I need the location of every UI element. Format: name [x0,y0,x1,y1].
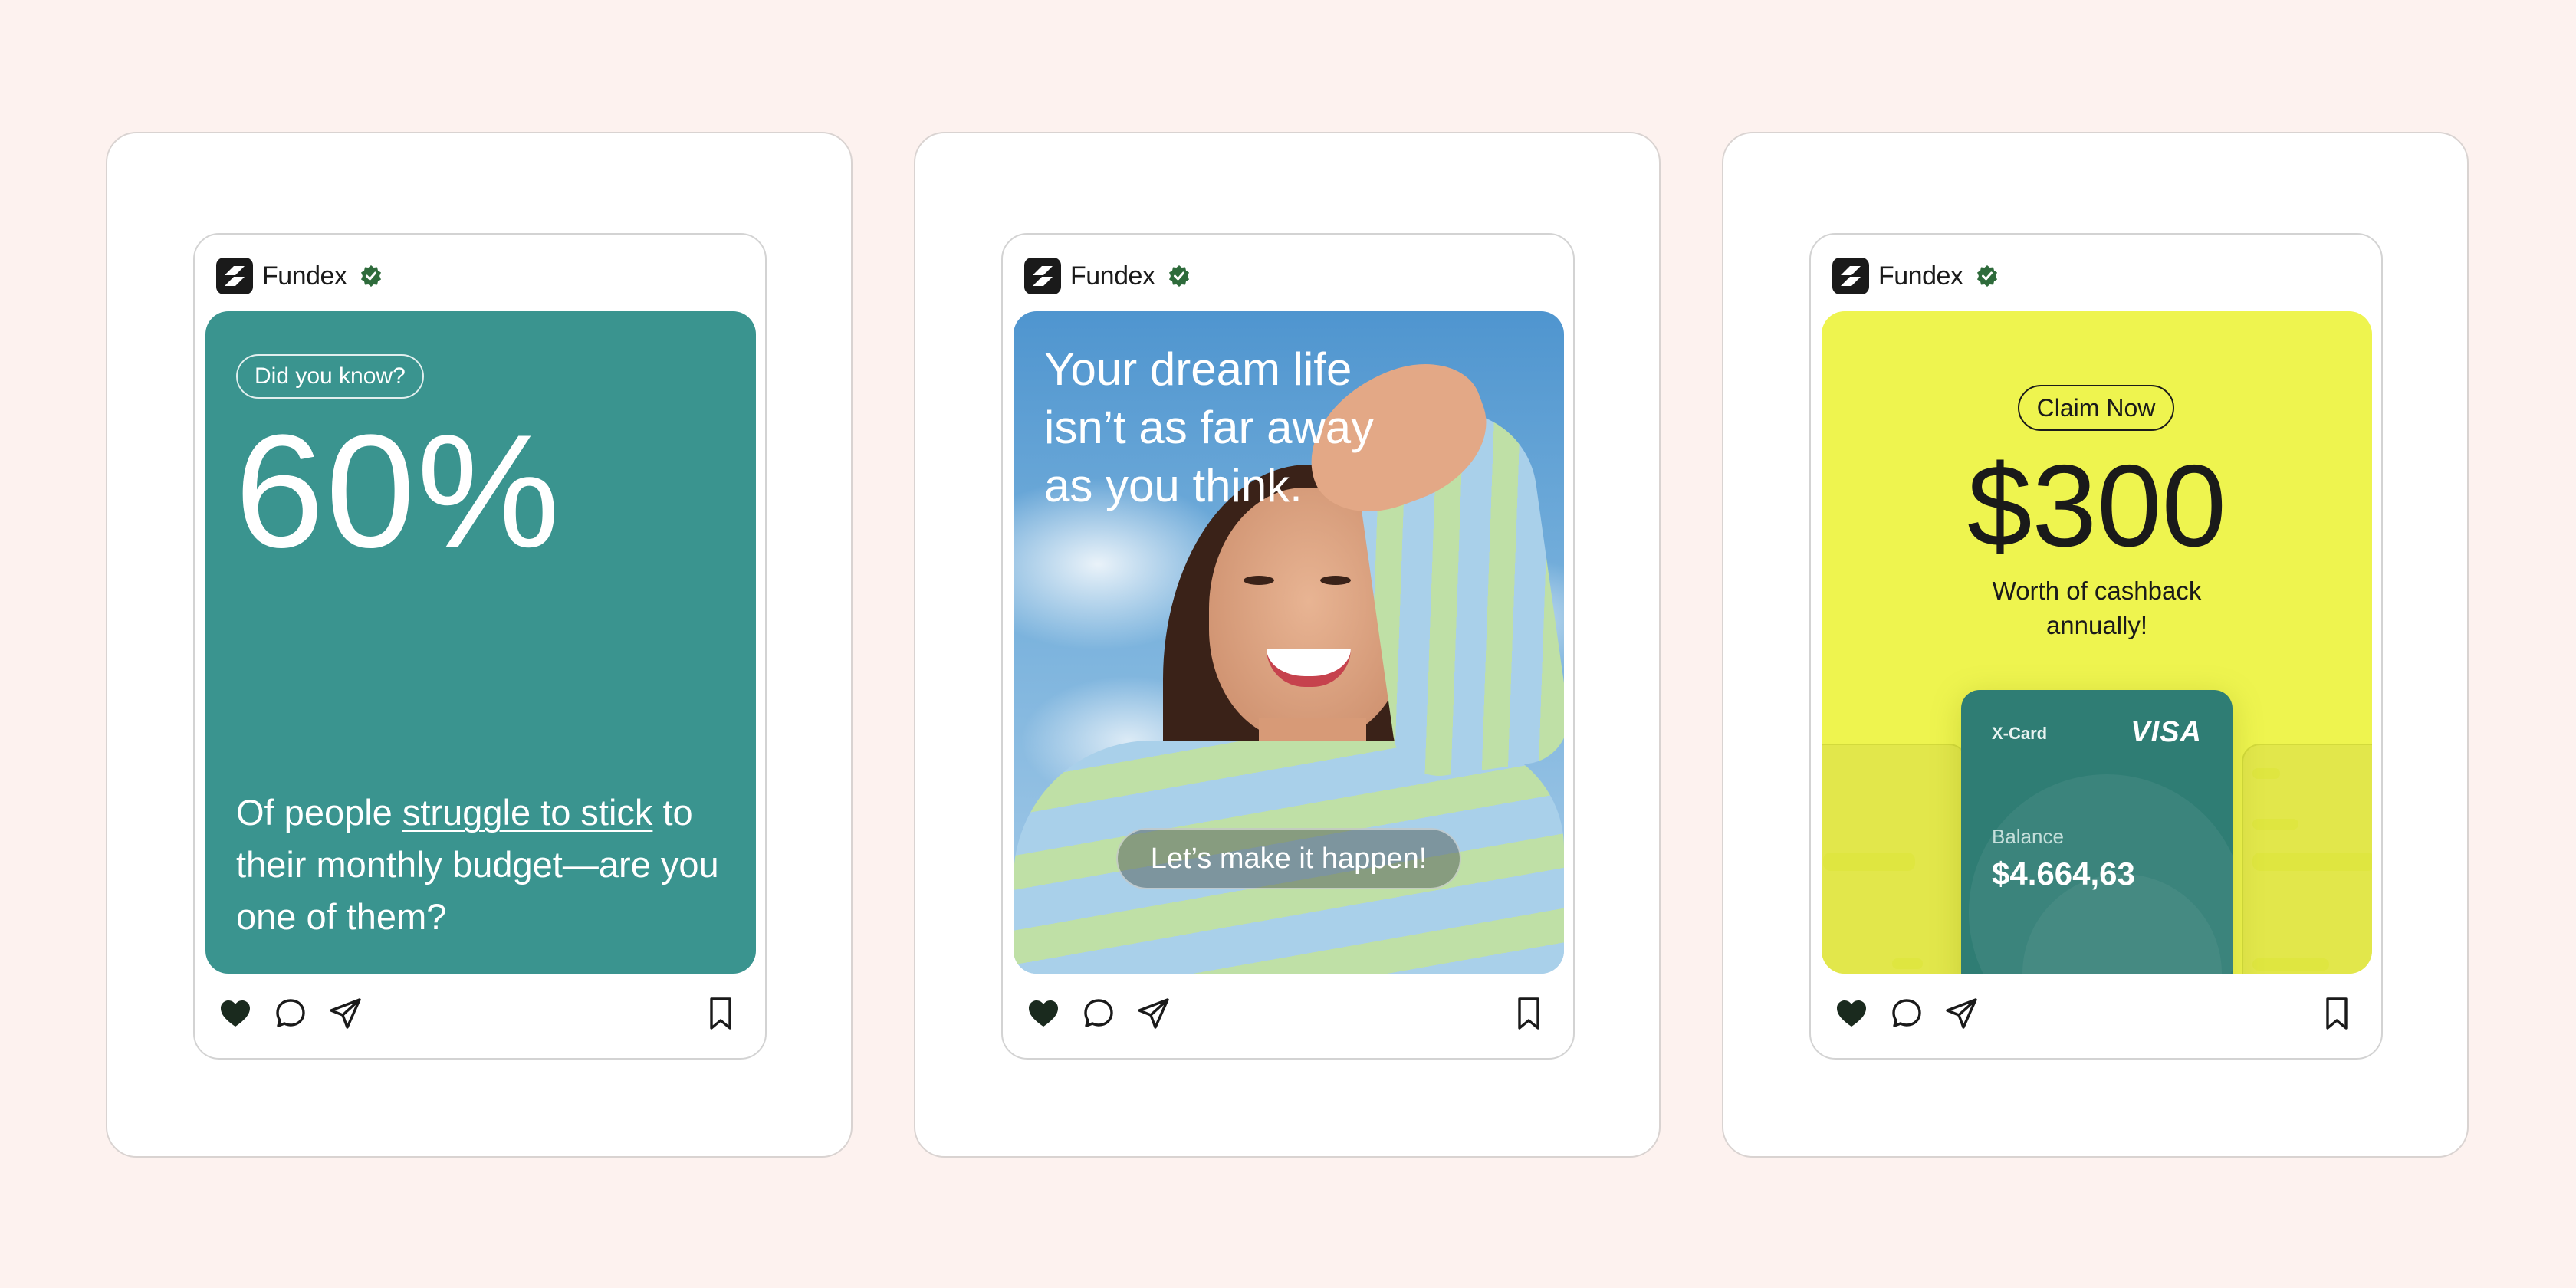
heart-icon[interactable] [218,996,253,1031]
share-icon[interactable] [1136,996,1171,1031]
ghost-card-left [1822,744,1967,974]
post-caption: Of people struggle to stick to their mon… [236,787,742,943]
post-header: Fundex [1832,256,1999,296]
claim-now-pill[interactable]: Claim Now [2018,385,2174,431]
post-actions [1834,994,2360,1033]
stat-value: 60% [235,401,562,581]
visa-logo: VISA [2131,716,2202,748]
post-headline: Your dream life isn’t as far away as you… [1044,343,1375,511]
balance-value: $4.664,63 [1992,856,2135,892]
fundex-logo-icon [1832,258,1869,294]
cashback-subtitle: Worth of cashback annually! [1992,577,2202,639]
did-you-know-pill: Did you know? [236,354,424,399]
verified-badge-icon [361,265,382,287]
bookmark-icon[interactable] [1513,996,1544,1031]
post-header: Fundex [1024,256,1191,296]
social-post: Fundex Claim Now $300 Worth of cashback … [1809,233,2383,1060]
verified-badge-icon [1977,265,1998,287]
social-post: Fundex Your dream life isn’t as far away… [1001,233,1575,1060]
social-post: Fundex Did you know? 60% Of people strug… [193,233,767,1060]
cashback-amount: $300 [1967,441,2227,571]
post-frame: Fundex Did you know? 60% Of people strug… [106,132,853,1158]
brand-name[interactable]: Fundex [262,261,347,291]
post-frame: Fundex Claim Now $300 Worth of cashback … [1722,132,2469,1158]
comment-icon[interactable] [1081,996,1116,1031]
post-actions [218,994,744,1033]
heart-icon[interactable] [1026,996,1061,1031]
brand-name[interactable]: Fundex [1070,261,1155,291]
bookmark-icon[interactable] [705,996,736,1031]
brand-name[interactable]: Fundex [1878,261,1963,291]
comment-icon[interactable] [273,996,308,1031]
card-name: X-Card [1992,724,2048,743]
fundex-logo-icon [216,258,253,294]
fundex-logo-icon [1024,258,1061,294]
cta-pill[interactable]: Let’s make it happen! [1116,828,1461,889]
caption-text: Of people [236,792,402,833]
post-media[interactable]: Did you know? 60% Of people struggle to … [205,311,756,974]
verified-badge-icon [1169,265,1190,287]
post-frame: Fundex Your dream life isn’t as far away… [914,132,1661,1158]
balance-label: Balance [1992,825,2064,848]
share-icon[interactable] [1944,996,1980,1031]
share-icon[interactable] [328,996,363,1031]
ghost-card-right [2242,744,2372,974]
x-card: X-Card VISA Balance $4.664,63 [1961,690,2233,974]
post-media[interactable]: Your dream life isn’t as far away as you… [1014,311,1564,974]
bookmark-icon[interactable] [2321,996,2352,1031]
post-media[interactable]: Claim Now $300 Worth of cashback annuall… [1822,311,2372,974]
heart-icon[interactable] [1834,996,1869,1031]
caption-underlined: struggle to stick [402,792,653,833]
post-header: Fundex [216,256,383,296]
comment-icon[interactable] [1889,996,1924,1031]
post-actions [1026,994,1552,1033]
